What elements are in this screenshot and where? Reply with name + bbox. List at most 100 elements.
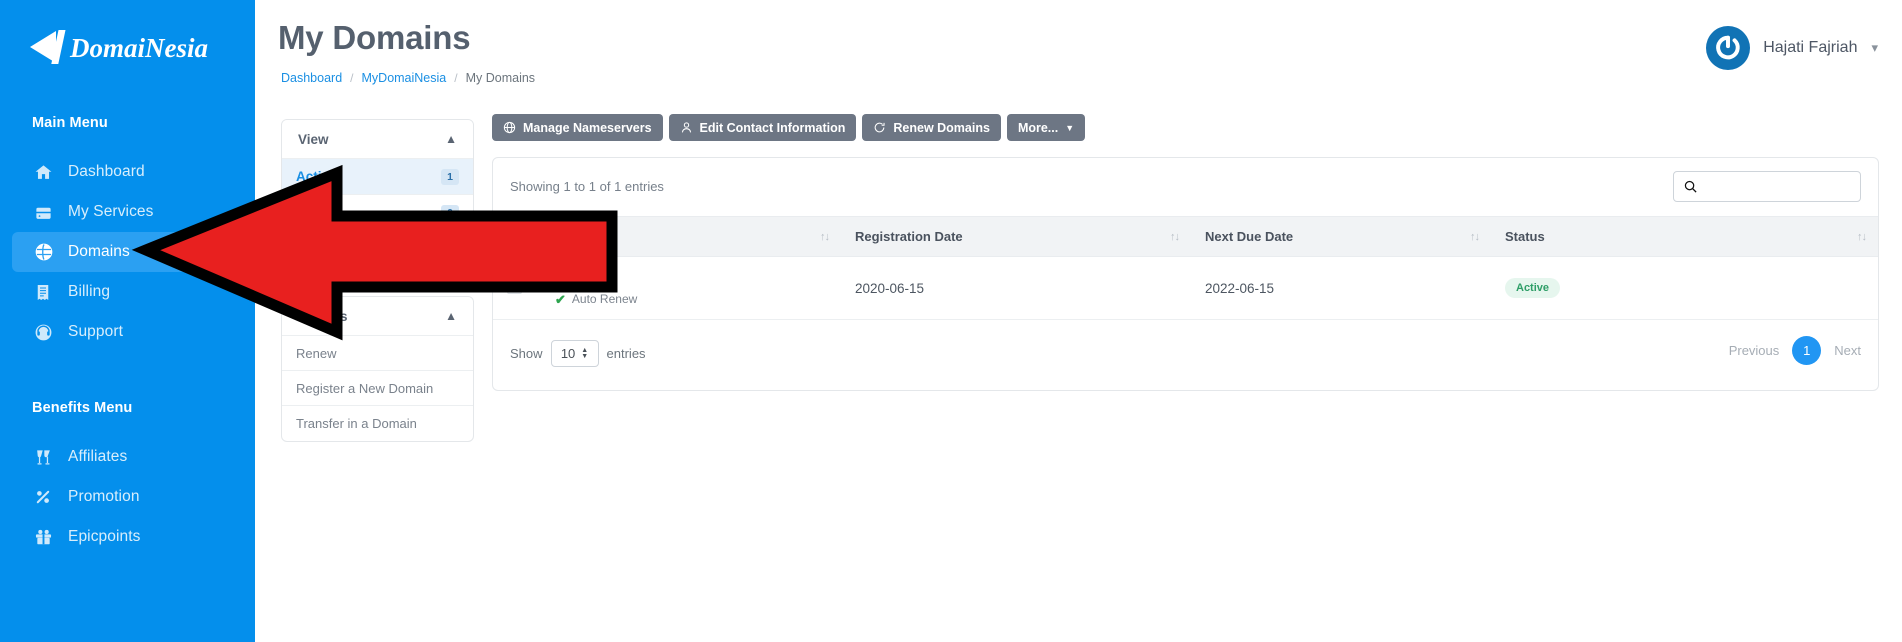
sidebar-item-label: Promotion <box>68 488 140 505</box>
pagination-page-1[interactable]: 1 <box>1792 336 1822 365</box>
headset-icon <box>34 323 68 342</box>
page-title: My Domains <box>278 19 471 56</box>
renew-domains-button[interactable]: Renew Domains <box>862 114 1001 141</box>
server-icon <box>34 203 68 222</box>
user-icon <box>680 121 693 134</box>
sidebar-item-support[interactable]: Support <box>12 312 244 352</box>
breadcrumb-separator: / <box>454 71 458 85</box>
entries-value: 10 <box>560 346 576 361</box>
sidebar-item-epicpoints[interactable]: Epicpoints <box>12 517 244 557</box>
sort-icon[interactable]: ↑↓ <box>820 231 830 243</box>
sidebar-item-label: Epicpoints <box>68 528 141 545</box>
sidebar-item-my-services[interactable]: My Services <box>12 192 244 232</box>
view-row-count: 1 <box>441 168 459 185</box>
view-card: View ▲ Active 1 Expired 0 <box>281 119 474 232</box>
action-item-renew[interactable]: Renew <box>282 336 473 371</box>
breadcrumb-item-current: My Domains <box>465 71 536 85</box>
sidebar-item-dashboard[interactable]: Dashboard <box>12 152 244 192</box>
actions-card: Actions ▲ Renew Register a New Domain Tr… <box>281 296 474 442</box>
table-row[interactable]: r.xyz ✔ Auto Renew 2020-06-15 2022-06-15… <box>493 256 1878 320</box>
avatar <box>1706 26 1751 70</box>
table-body: r.xyz ✔ Auto Renew 2020-06-15 2022-06-15… <box>493 256 1878 320</box>
sidebar-item-promotion[interactable]: Promotion <box>12 477 244 517</box>
row-checkbox[interactable] <box>507 279 522 294</box>
view-row-expired[interactable]: Expired 0 <box>282 195 473 231</box>
column-label: Status <box>1505 229 1545 244</box>
column-label: Next Due Date <box>1205 229 1294 244</box>
table-header: Domain ↑↓ Registration Date ↑↓ Next Due … <box>493 216 1878 257</box>
breadcrumb-separator: / <box>350 71 354 85</box>
domains-panel: Showing 1 to 1 of 1 entries Domain ↑↓ Re… <box>492 157 1890 391</box>
app-root: DomaiNesia Main Menu Dashboard My Servic… <box>0 0 1902 642</box>
user-name: Hajati Fajriah <box>1763 39 1858 56</box>
stepper-icon: ▲ ▼ <box>581 346 589 360</box>
toolbar: Manage Nameservers Edit Contact Informat… <box>492 114 1086 141</box>
sidebar-item-label: My Services <box>68 203 154 220</box>
caret-down-icon: ▼ <box>1065 122 1075 133</box>
sidebar-item-billing[interactable]: Billing <box>12 272 244 312</box>
chevron-up-icon[interactable]: ▲ <box>445 310 457 322</box>
sidebar-main-heading: Main Menu <box>32 115 108 131</box>
column-label: Registration Date <box>855 229 963 244</box>
row-checkbox-cell <box>493 256 541 320</box>
status-badge: Active <box>1505 278 1561 298</box>
action-item-transfer-in-domain[interactable]: Transfer in a Domain <box>282 406 473 441</box>
column-header-domain[interactable]: Domain ↑↓ <box>541 216 841 257</box>
gift-icon <box>34 528 68 547</box>
check-icon: ✔ <box>555 291 566 307</box>
row-domain-cell: r.xyz ✔ Auto Renew <box>541 256 841 320</box>
domains-table: Domain ↑↓ Registration Date ↑↓ Next Due … <box>493 216 1878 320</box>
row-registration-date: 2020-06-15 <box>841 256 1191 320</box>
brand-logo[interactable]: DomaiNesia <box>26 23 226 71</box>
search-input[interactable] <box>1698 172 1890 201</box>
actions-card-header[interactable]: Actions ▲ <box>282 297 473 336</box>
pagination-previous[interactable]: Previous <box>1729 343 1780 358</box>
auto-renew-label: Auto Renew <box>571 292 638 306</box>
view-row-label: Active <box>296 169 337 184</box>
column-header-checkbox <box>493 216 541 257</box>
entries-label: entries <box>606 346 646 361</box>
button-label: Edit Contact Information <box>699 120 846 135</box>
show-label: Show <box>510 346 543 361</box>
view-row-active[interactable]: Active 1 <box>282 159 473 195</box>
breadcrumb: Dashboard / MyDomaiNesia / My Domains <box>281 71 535 85</box>
column-header-next-due-date[interactable]: Next Due Date ↑↓ <box>1191 216 1491 257</box>
column-header-registration-date[interactable]: Registration Date ↑↓ <box>841 216 1191 257</box>
sort-icon[interactable]: ↑↓ <box>1170 231 1180 243</box>
view-card-header[interactable]: View ▲ <box>282 120 473 159</box>
refresh-icon <box>873 121 886 134</box>
edit-contact-information-button[interactable]: Edit Contact Information <box>668 114 857 141</box>
external-link-icon[interactable] <box>590 271 604 285</box>
sort-icon[interactable]: ↑↓ <box>1470 231 1480 243</box>
sidebar-item-label: Support <box>68 323 123 340</box>
column-label: Domain <box>555 229 603 244</box>
panel-top: Showing 1 to 1 of 1 entries <box>493 158 1890 216</box>
domain-name[interactable]: r.xyz <box>555 270 584 286</box>
showing-entries-text: Showing 1 to 1 of 1 entries <box>510 179 664 194</box>
breadcrumb-item-dashboard[interactable]: Dashboard <box>281 71 342 85</box>
more-button[interactable]: More... ▼ <box>1006 114 1086 141</box>
pagination: Previous 1 Next <box>1729 336 1861 365</box>
show-entries-control: Show 10 ▲ ▼ entries <box>510 340 646 367</box>
sidebar-item-affiliates[interactable]: Affiliates <box>12 437 244 477</box>
row-status-cell: Active <box>1491 256 1878 320</box>
cheers-icon <box>34 448 68 467</box>
sidebar-item-label: Dashboard <box>68 163 145 180</box>
pagination-next[interactable]: Next <box>1834 343 1861 358</box>
sidebar-item-label: Billing <box>68 283 111 300</box>
chevron-up-icon[interactable]: ▲ <box>445 133 457 145</box>
manage-nameservers-button[interactable]: Manage Nameservers <box>492 114 663 141</box>
search-icon <box>1674 179 1698 194</box>
search-box[interactable] <box>1673 171 1890 202</box>
sort-icon[interactable]: ↑↓ <box>1857 231 1867 243</box>
entries-per-page-select[interactable]: 10 ▲ ▼ <box>550 340 599 367</box>
sidebar-item-domains[interactable]: Domains <box>12 232 244 272</box>
user-menu[interactable]: Hajati Fajriah ▾ <box>1706 26 1878 70</box>
action-item-register-new-domain[interactable]: Register a New Domain <box>282 371 473 406</box>
view-row-count: 0 <box>441 205 459 221</box>
row-next-due-date: 2022-06-15 <box>1191 256 1491 320</box>
column-header-status[interactable]: Status ↑↓ <box>1491 216 1878 257</box>
sidebar-benefits-heading: Benefits Menu <box>32 400 133 416</box>
sidebar-item-label: Domains <box>68 243 130 260</box>
breadcrumb-item-mydomainesia[interactable]: MyDomaiNesia <box>362 71 447 85</box>
